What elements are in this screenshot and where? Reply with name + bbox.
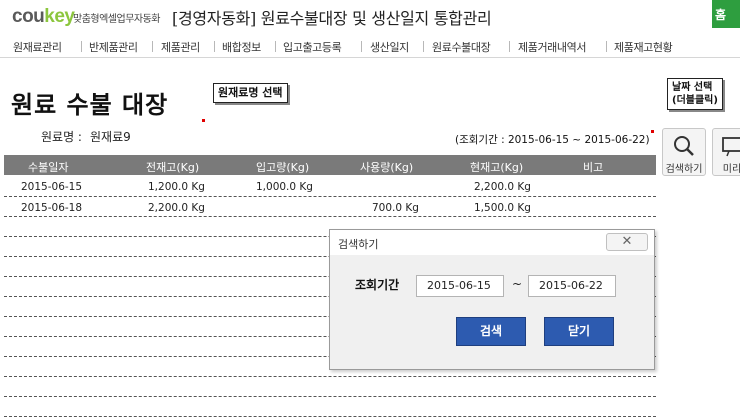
row-divider [4,216,656,217]
dialog-close-icon[interactable]: ✕ [606,233,648,251]
search-panel-button[interactable]: 검색하기 [662,128,706,176]
nav-separator [152,41,153,52]
nav-separator [361,41,362,52]
row-divider [4,376,656,377]
date-select-marker [651,130,654,133]
nav-item-semi-product[interactable]: 반제품관리 [89,39,138,55]
nav-item-inout[interactable]: 입고출고등록 [283,39,342,55]
nav-separator [423,41,424,52]
material-label: 원료명 : [41,130,82,144]
nav-separator [214,41,215,52]
column-header-usage: 사용량(Kg) [360,161,414,174]
period-label: 조회기간 [355,278,400,292]
material-selector[interactable]: 원료명 : 원재료9 [41,128,131,145]
main-nav: 원재료관리 반제품관리 제품관리 배합정보 입고출고등록 생산일지 원료수불대장… [0,34,740,58]
column-header-prev-stock: 전재고(Kg) [146,161,200,174]
coukey-logo: coukey [12,6,75,27]
material-value: 원재료9 [89,130,131,144]
row-divider [4,196,656,197]
nav-item-mix-info[interactable]: 배합정보 [222,39,261,55]
cell-date: 2015-06-15 [21,181,83,193]
cell-date: 2015-06-18 [21,202,83,214]
column-header-date: 수불일자 [28,161,69,174]
nav-item-product[interactable]: 제품관리 [161,39,200,55]
cell-prev-stock: 1,200.0 Kg [148,181,205,193]
search-dialog: 검색하기 ✕ 조회기간 2015-06-15 ~ 2015-06-22 검색 닫… [329,229,655,370]
row-divider [4,396,656,397]
nav-item-raw-material[interactable]: 원재료관리 [13,39,62,55]
column-header-current-stock: 현재고(Kg) [470,161,524,174]
app-title: [경영자동화] 원료수불대장 및 생산일지 통합관리 [172,9,492,28]
nav-item-transaction[interactable]: 제품거래내역서 [518,39,586,55]
cell-prev-stock: 2,200.0 Kg [148,202,205,214]
monitor-icon [722,137,740,157]
nav-separator [275,41,276,52]
close-button[interactable]: 닫기 [544,317,614,346]
column-header-remarks: 비고 [583,161,604,174]
logo-subtitle: 맞춤형엑셀업무자동화 [73,14,161,25]
date-range-tilde: ~ [512,277,523,291]
search-button[interactable]: 검색 [456,317,526,346]
dialog-title: 검색하기 [338,238,379,251]
callout-material-select: 원재료명 선택 [213,83,288,103]
nav-item-stock-status[interactable]: 제품재고현황 [614,39,673,55]
cell-inbound: 1,000.0 Kg [256,181,313,193]
magnifier-icon [674,136,694,156]
cell-current-stock: 1,500.0 Kg [474,202,531,214]
callout-date-select: 날짜 선택 (더블클릭) [667,78,723,110]
ledger-table-header: 수불일자 전재고(Kg) 입고량(Kg) 사용량(Kg) 현재고(Kg) 비고 [4,155,656,175]
column-header-inbound: 입고량(Kg) [256,161,310,174]
dialog-titlebar: 검색하기 ✕ [330,230,654,255]
start-date-input[interactable]: 2015-06-15 [416,275,504,297]
nav-separator [606,41,607,52]
home-button[interactable]: 홈 [712,0,740,28]
page-title: 원료 수불 대장 [11,91,169,119]
end-date-input[interactable]: 2015-06-22 [528,275,616,297]
cell-usage: 700.0 Kg [372,202,419,214]
period-range[interactable]: (조회기간 : 2015-06-15 ~ 2015-06-22) [455,132,650,147]
row-divider [4,416,656,417]
nav-item-production-log[interactable]: 생산일지 [370,39,409,55]
nav-separator [509,41,510,52]
nav-separator [81,41,82,52]
app-header: coukey 맞춤형엑셀업무자동화 [경영자동화] 원료수불대장 및 생산일지 … [0,0,740,34]
preview-button[interactable]: 미리 [712,128,740,176]
nav-item-material-ledger[interactable]: 원료수불대장 [432,39,491,55]
cell-current-stock: 2,200.0 Kg [474,181,531,193]
material-select-marker [202,119,205,122]
